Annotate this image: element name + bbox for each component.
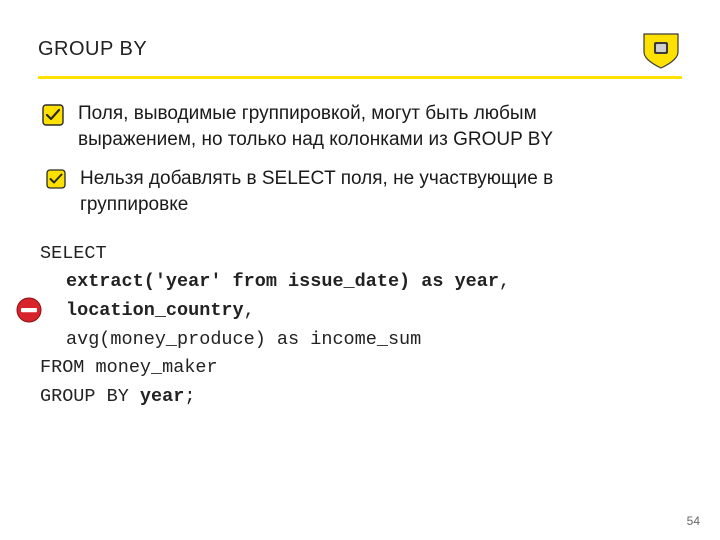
check-icon	[46, 169, 66, 189]
no-entry-icon	[16, 297, 42, 323]
header-divider	[38, 76, 682, 79]
tinkoff-logo-icon	[640, 28, 682, 70]
bullet-text: Нельзя добавлять в SELECT поля, не участ…	[80, 166, 630, 217]
bullet-item-1: Поля, выводимые группировкой, могут быть…	[38, 101, 682, 152]
sql-code-block: SELECT extract('year' from issue_date) a…	[38, 240, 682, 412]
code-line: GROUP BY year;	[40, 383, 682, 412]
check-icon	[42, 104, 64, 126]
code-line: extract('year' from issue_date) as year,	[40, 268, 682, 297]
code-line: avg(money_produce) as income_sum	[40, 326, 682, 355]
code-line: FROM money_maker	[40, 354, 682, 383]
bullet-text: Поля, выводимые группировкой, могут быть…	[78, 101, 628, 152]
code-error-line: location_country,	[40, 297, 682, 326]
bullet-item-2: Нельзя добавлять в SELECT поля, не участ…	[38, 166, 682, 217]
page-number: 54	[687, 514, 700, 528]
code-line: SELECT	[40, 240, 682, 269]
slide-header: GROUP BY	[38, 28, 682, 70]
slide-title: GROUP BY	[38, 38, 147, 61]
